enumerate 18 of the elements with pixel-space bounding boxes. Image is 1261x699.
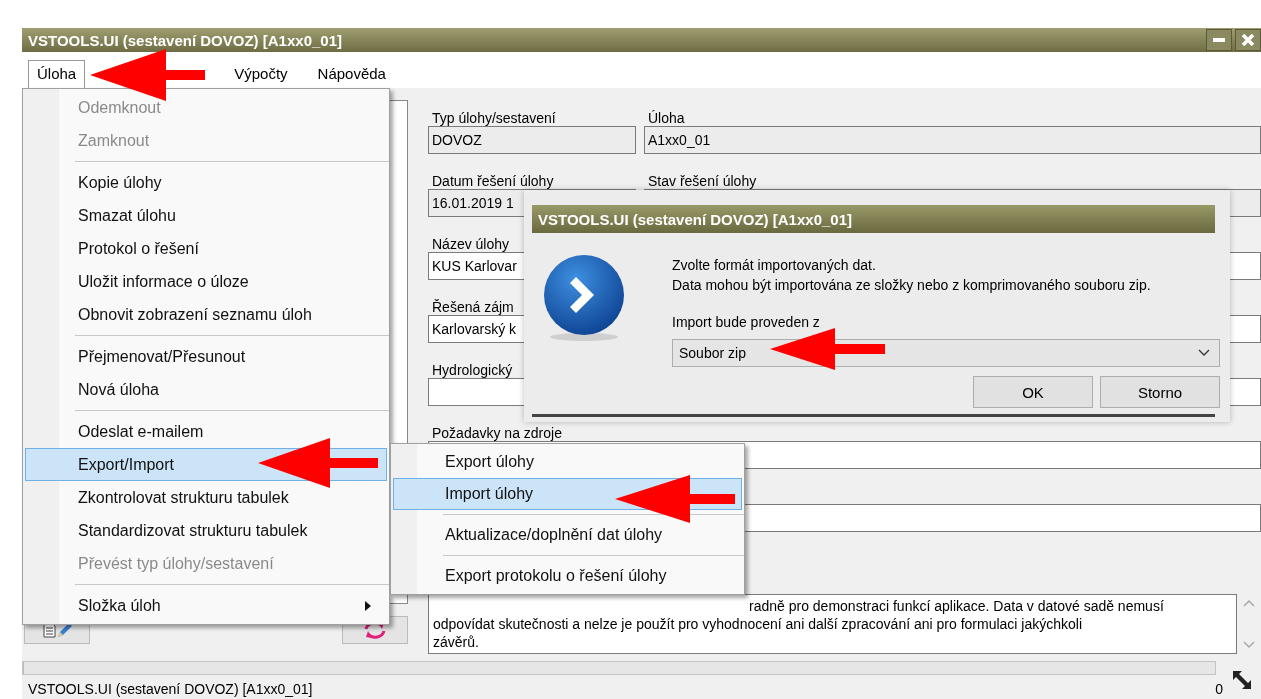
field-label: Stav řešení úlohy: [648, 173, 757, 189]
dialog-message: Data mohou být importována ze složky nebo z komprimovaného souboru zip.: [672, 276, 1152, 295]
field-label: Úloha: [648, 110, 685, 126]
dialog-message: Zvolte formát importovaných dat.: [672, 256, 877, 275]
field-label: Požadavky na zdroje: [432, 425, 562, 441]
field-label: Hydrologický: [432, 362, 513, 378]
notes-text: odpovídat skutečnosti a nelze je použít pro vyhodnocení ani další zpracování ani pro formulaci jakýchkoli: [433, 615, 1083, 633]
notes-text: radně pro demonstraci funkcí aplikace. Data v datové sadě nemusí: [749, 597, 1164, 615]
field-label: Název úlohy: [432, 236, 510, 252]
dialog-title: VSTOOLS.UI (sestavení DOVOZ) [A1xx0_01]: [538, 210, 852, 228]
status-count: 0: [1215, 681, 1223, 697]
notes-text: závěrů.: [433, 633, 479, 651]
field-label: Datum řešení úlohy: [432, 173, 554, 189]
window-title: VSTOOLS.UI (sestavení DOVOZ) [A1xx0_01]: [28, 31, 342, 49]
field-label: Typ úlohy/sestavení: [432, 110, 556, 126]
status-text: VSTOOLS.UI (sestavení DOVOZ) [A1xx0_01]: [28, 681, 313, 697]
field-label: Import bude proveden z: [672, 313, 821, 331]
field-label: Řešená zájm: [432, 299, 514, 315]
